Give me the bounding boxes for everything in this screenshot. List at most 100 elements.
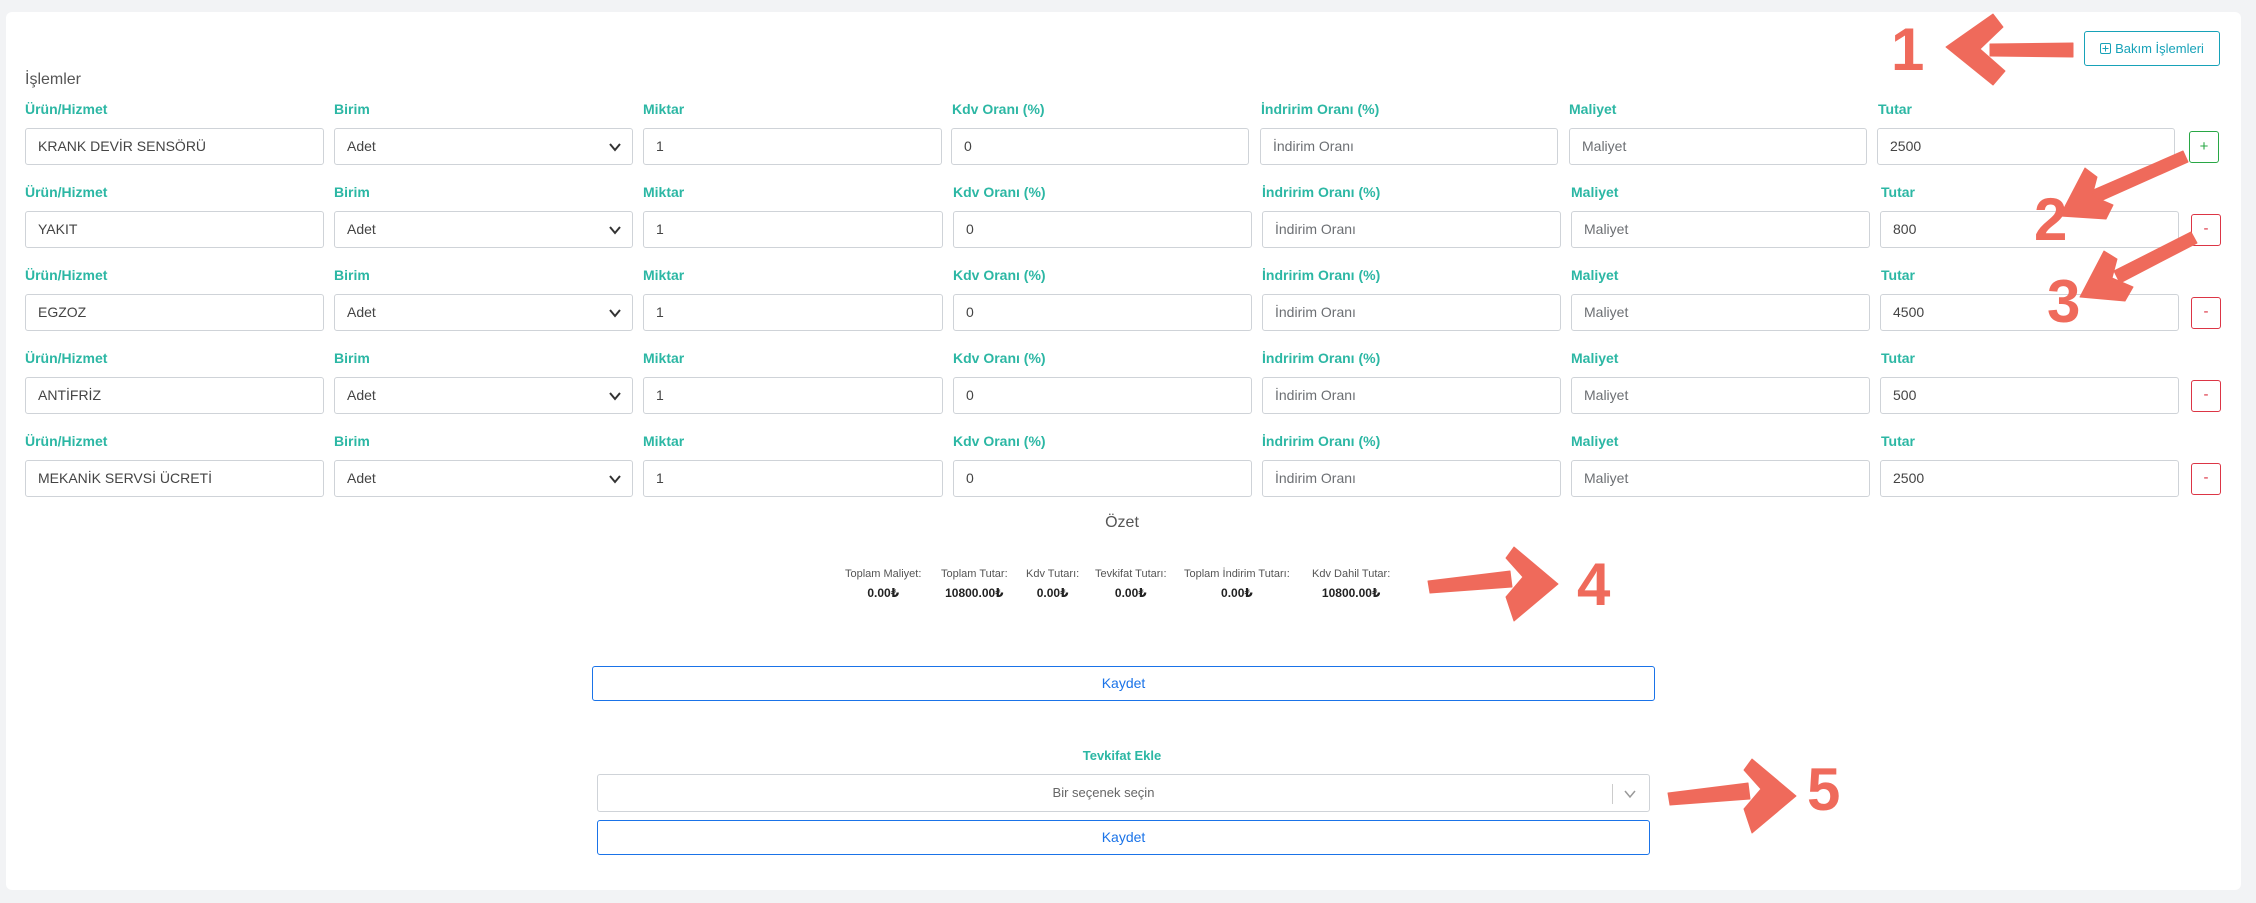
product-input[interactable]: YAKIT [25, 211, 324, 248]
save-button[interactable]: Kaydet [592, 666, 1655, 701]
quantity-input[interactable]: 1 [643, 128, 942, 165]
product-input[interactable]: MEKANİK SERVSİ ÜCRETİ [25, 460, 324, 497]
withholding-select[interactable]: Bir seçenek seçin [597, 774, 1650, 812]
discount-column-label: İndririm Oranı (%) [1262, 433, 1381, 449]
quantity-input[interactable]: 1 [643, 377, 943, 414]
cost-column-label: Maliyet [1571, 184, 1619, 200]
unit-select[interactable]: Adet [334, 294, 633, 331]
summary-label: Kdv Tutarı: [1026, 568, 1080, 580]
remove-row-button[interactable]: - [2191, 297, 2221, 329]
cost-column-label: Maliyet [1569, 101, 1617, 117]
total-column-label: Tutar [1881, 267, 1915, 283]
product-input[interactable]: EGZOZ [25, 294, 324, 331]
cost-input[interactable]: Maliyet [1571, 211, 1870, 248]
product-column-label: Ürün/Hizmet [25, 184, 108, 200]
total-input[interactable]: 800 [1880, 211, 2179, 248]
quantity-column-label: Miktar [643, 184, 685, 200]
plus-square-icon [2100, 43, 2112, 54]
chevron-down-icon [609, 392, 621, 401]
summary-total-cost: Toplam Maliyet: 0.00₺ [845, 568, 921, 600]
total-column-label: Tutar [1881, 184, 1915, 200]
vat-column-label: Kdv Oranı (%) [953, 267, 1046, 283]
quantity-input[interactable]: 1 [643, 294, 943, 331]
vat-column-label: Kdv Oranı (%) [953, 184, 1046, 200]
quantity-column-label: Miktar [643, 433, 685, 449]
quantity-input[interactable]: 1 [643, 460, 943, 497]
remove-row-button[interactable]: - [2191, 214, 2221, 246]
summary-value: 0.00₺ [867, 586, 900, 600]
cost-input[interactable]: Maliyet [1569, 128, 1867, 165]
discount-input[interactable]: İndirim Oranı [1262, 211, 1561, 248]
annotation-number-5: 5 [1807, 756, 1841, 823]
discount-input[interactable]: İndirim Oranı [1262, 377, 1561, 414]
annotation-number-2: 2 [2034, 186, 2068, 253]
vat-input[interactable]: 0 [953, 377, 1252, 414]
vat-column-label: Kdv Oranı (%) [952, 101, 1045, 117]
quantity-input[interactable]: 1 [643, 211, 943, 248]
unit-select-value: Adet [347, 304, 376, 320]
withholding-title: Tevkifat Ekle [1082, 748, 1162, 763]
total-input[interactable]: 2500 [1880, 460, 2179, 497]
unit-select[interactable]: Adet [334, 460, 633, 497]
summary-value: 10800.00₺ [1321, 586, 1381, 600]
product-input[interactable]: KRANK DEVİR SENSÖRÜ [25, 128, 324, 165]
unit-select-value: Adet [347, 221, 376, 237]
unit-select[interactable]: Adet [334, 377, 633, 414]
summary-value: 10800.00₺ [945, 586, 1004, 600]
discount-column-label: İndririm Oranı (%) [1262, 184, 1381, 200]
total-input[interactable]: 4500 [1880, 294, 2179, 331]
unit-column-label: Birim [334, 433, 370, 449]
vat-input[interactable]: 0 [953, 211, 1252, 248]
quantity-column-label: Miktar [643, 350, 685, 366]
discount-column-label: İndririm Oranı (%) [1262, 350, 1381, 366]
annotation-number-4: 4 [1577, 551, 1611, 618]
total-column-label: Tutar [1878, 101, 1912, 117]
product-column-label: Ürün/Hizmet [25, 267, 108, 283]
vat-input[interactable]: 0 [953, 460, 1252, 497]
summary-label: Toplam Maliyet: [845, 568, 922, 580]
remove-row-button[interactable]: - [2191, 463, 2221, 495]
chevron-down-icon [609, 226, 621, 235]
summary-vat-amount: Kdv Tutarı: 0.00₺ [1026, 568, 1079, 600]
summary-total-amount: Toplam Tutar: 10800.00₺ [941, 568, 1008, 600]
cost-column-label: Maliyet [1571, 350, 1619, 366]
summary-value: 0.00₺ [1114, 586, 1147, 600]
total-input[interactable]: 2500 [1877, 128, 2175, 165]
chevron-down-icon [609, 475, 621, 484]
unit-column-label: Birim [334, 101, 370, 117]
annotation-number-3: 3 [2047, 268, 2081, 335]
summary-label: Toplam Tutar: [941, 568, 1008, 580]
select-divider [1612, 784, 1613, 804]
product-column-label: Ürün/Hizmet [25, 350, 108, 366]
cost-column-label: Maliyet [1571, 267, 1619, 283]
discount-input[interactable]: İndirim Oranı [1262, 294, 1561, 331]
vat-column-label: Kdv Oranı (%) [953, 350, 1046, 366]
vat-input[interactable]: 0 [953, 294, 1252, 331]
discount-input[interactable]: İndirim Oranı [1260, 128, 1558, 165]
maintenance-operations-label: Bakım İşlemleri [2115, 41, 2204, 56]
unit-select[interactable]: Adet [334, 211, 633, 248]
summary-vat-included: Kdv Dahil Tutar: 10800.00₺ [1312, 568, 1390, 600]
cost-input[interactable]: Maliyet [1571, 460, 1870, 497]
cost-input[interactable]: Maliyet [1571, 377, 1870, 414]
vat-input[interactable]: 0 [951, 128, 1249, 165]
discount-input[interactable]: İndirim Oranı [1262, 460, 1561, 497]
total-column-label: Tutar [1881, 350, 1915, 366]
chevron-down-icon[interactable] [1623, 787, 1637, 801]
unit-column-label: Birim [334, 184, 370, 200]
total-input[interactable]: 500 [1880, 377, 2179, 414]
vat-column-label: Kdv Oranı (%) [953, 433, 1046, 449]
product-input[interactable]: ANTİFRİZ [25, 377, 324, 414]
summary-title: Özet [1105, 514, 1139, 531]
summary-value: 0.00₺ [1221, 586, 1253, 600]
unit-select[interactable]: Adet [334, 128, 633, 165]
summary-total-discount: Toplam İndirim Tutarı: 0.00₺ [1184, 568, 1290, 600]
unit-select-value: Adet [347, 387, 376, 403]
withholding-save-button[interactable]: Kaydet [597, 820, 1650, 855]
add-row-button[interactable]: + [2189, 131, 2219, 163]
discount-column-label: İndririm Oranı (%) [1261, 101, 1380, 117]
cost-input[interactable]: Maliyet [1571, 294, 1870, 331]
remove-row-button[interactable]: - [2191, 380, 2221, 412]
summary-label: Toplam İndirim Tutarı: [1184, 568, 1290, 580]
maintenance-operations-button[interactable]: Bakım İşlemleri [2084, 31, 2220, 66]
